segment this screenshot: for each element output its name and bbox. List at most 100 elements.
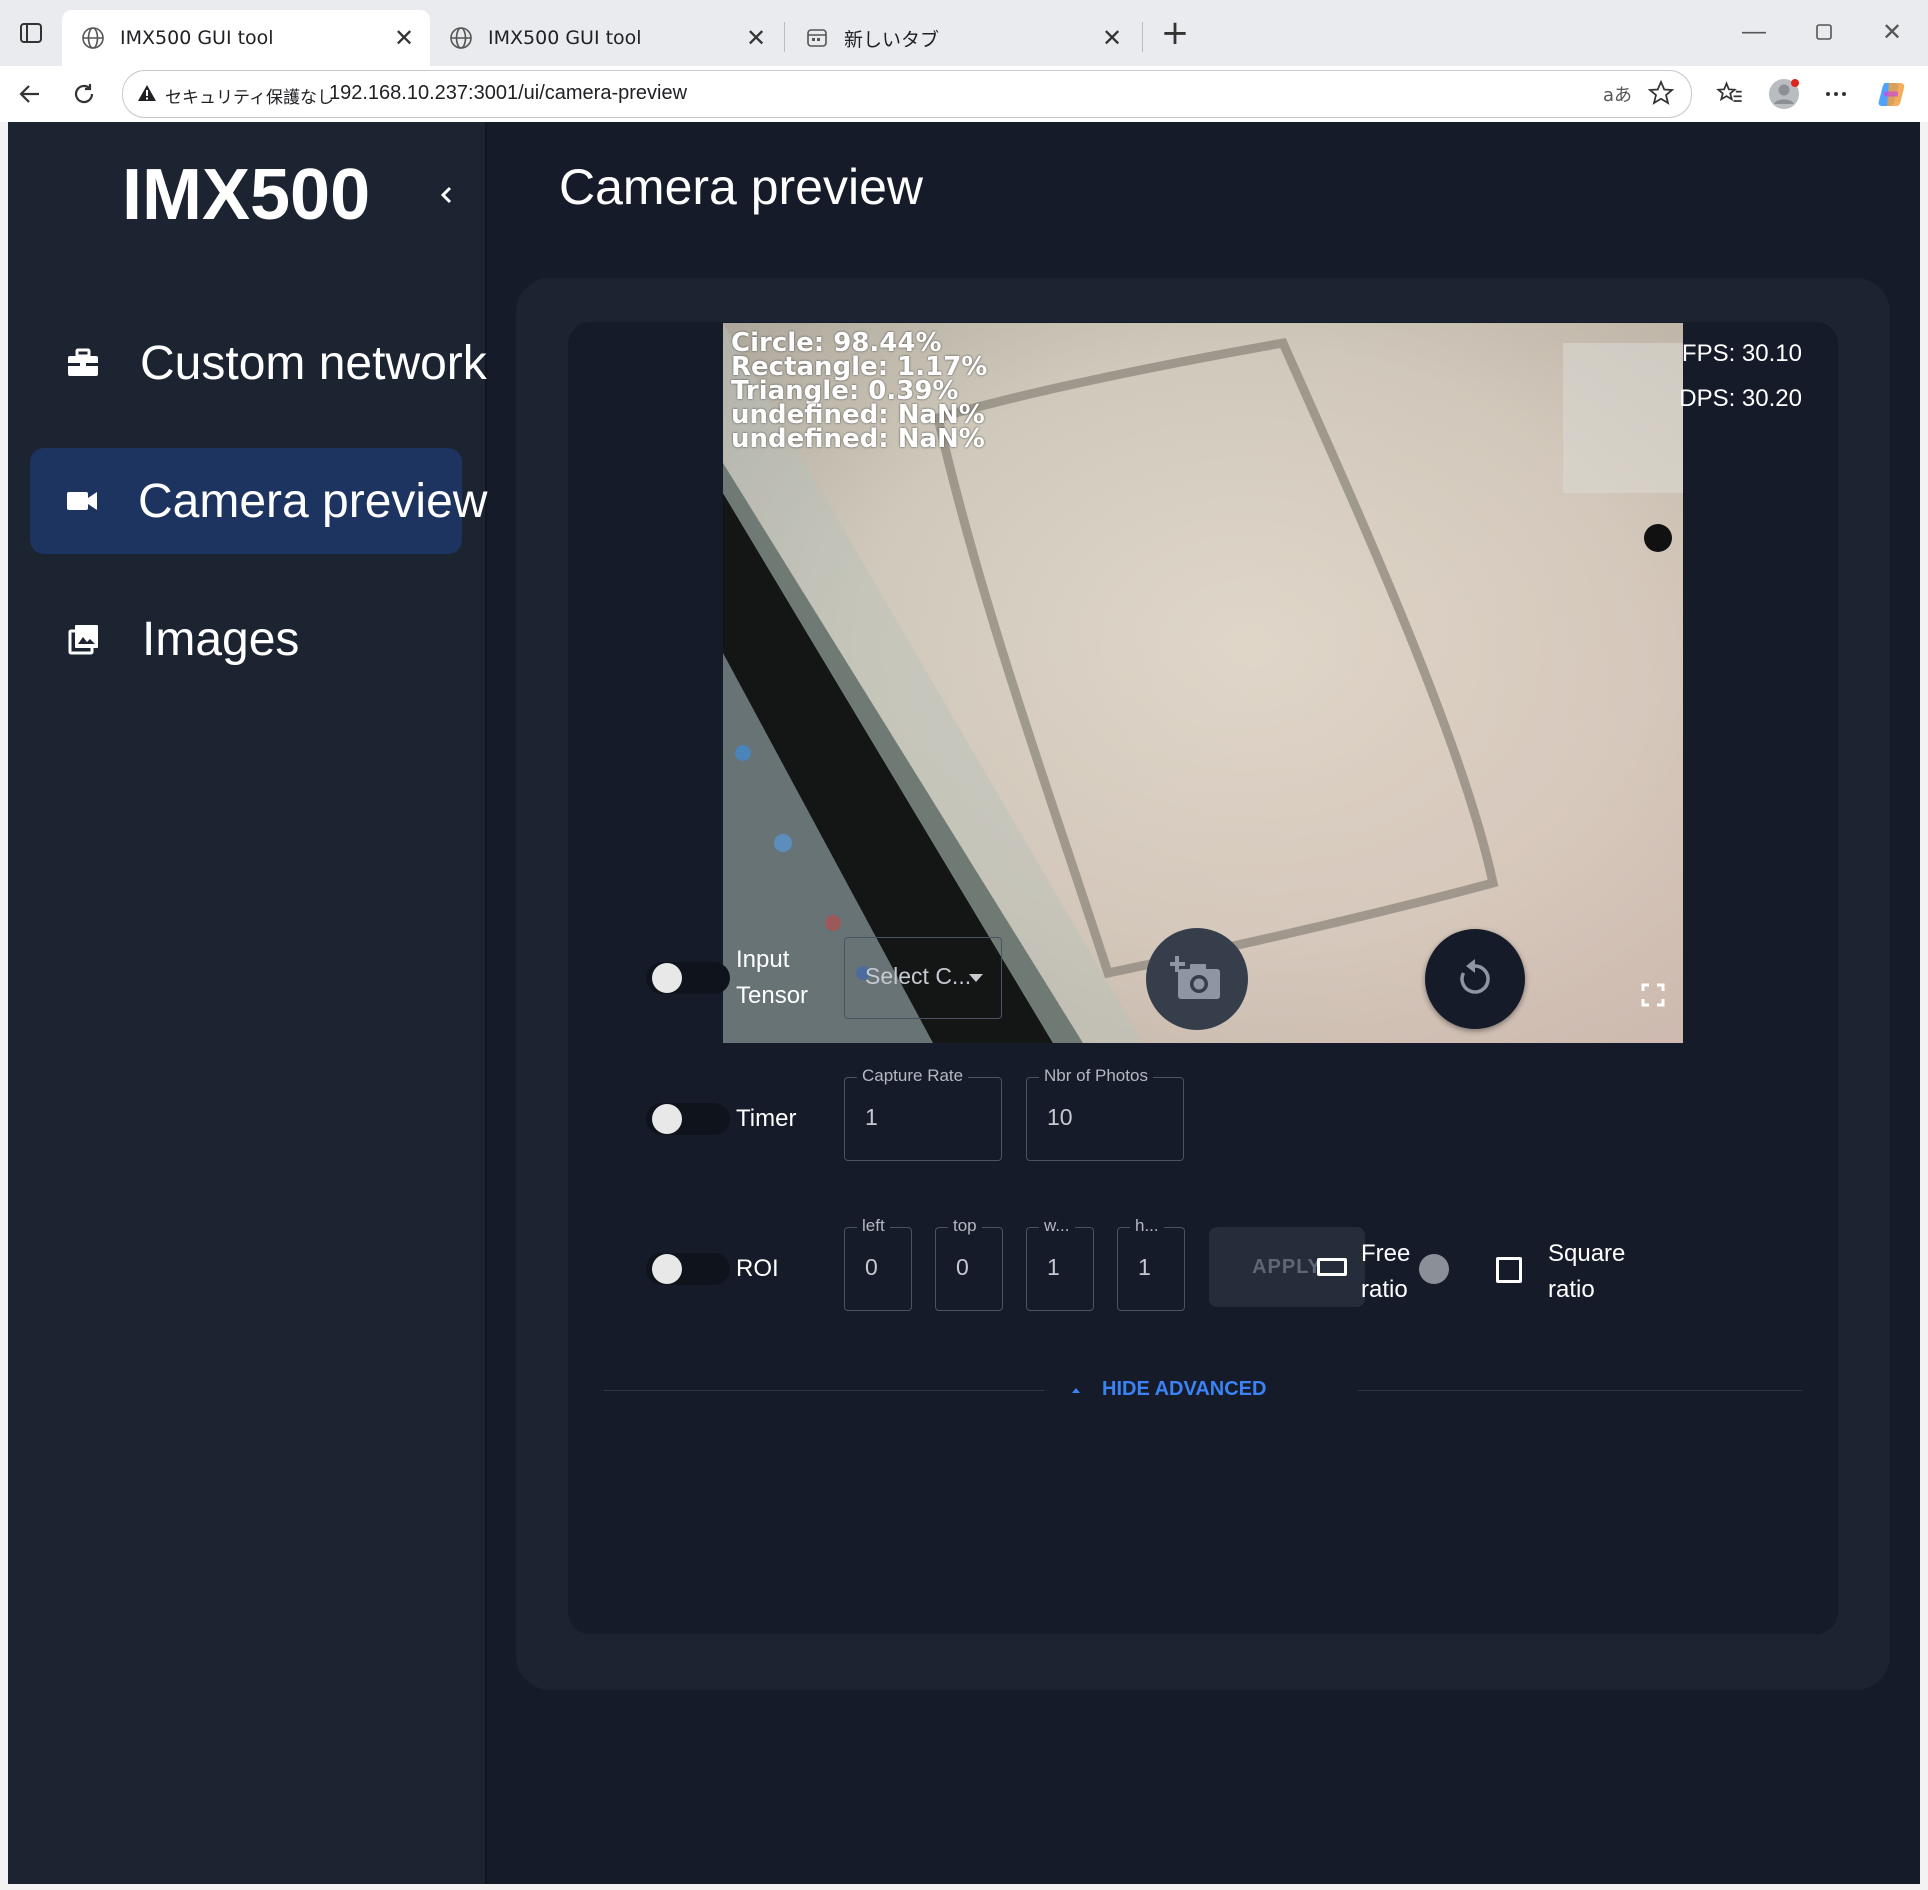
field-label: h... — [1130, 1216, 1164, 1236]
sidebar-item-custom-network[interactable]: Custom network — [30, 310, 487, 416]
tab-imx500-1[interactable]: IMX500 GUI tool ✕ — [62, 10, 430, 66]
window-close-icon[interactable]: ✕ — [1872, 14, 1912, 50]
divider — [604, 1390, 1044, 1391]
videocam-icon — [66, 483, 98, 519]
favorite-star-icon[interactable] — [1647, 79, 1675, 112]
sidebar-item-camera-preview[interactable]: Camera preview — [30, 448, 487, 554]
tab-imx500-2[interactable]: IMX500 GUI tool ✕ — [430, 10, 782, 66]
toggle-thumb — [652, 1104, 682, 1134]
sidebar-item-label: Images — [142, 612, 300, 666]
roi-label: ROI — [736, 1255, 779, 1282]
minimize-icon[interactable]: — — [1734, 14, 1774, 50]
refresh-icon — [1460, 959, 1490, 994]
nbr-photos-field[interactable]: Nbr of Photos 10 — [1026, 1066, 1184, 1161]
tab-actions-icon[interactable] — [18, 20, 44, 46]
field-label: Nbr of Photos — [1039, 1066, 1153, 1086]
hide-advanced-button[interactable]: HIDE ADVANCED — [1068, 1378, 1266, 1401]
brand-logo: IMX500 — [122, 155, 371, 235]
timer-toggle[interactable] — [646, 1097, 734, 1141]
label-line: Free — [1361, 1240, 1411, 1267]
square-ratio-checkbox[interactable] — [1496, 1257, 1522, 1283]
hide-advanced-label: HIDE ADVANCED — [1102, 1378, 1267, 1400]
field-label: w... — [1039, 1216, 1075, 1236]
add-a-photo-icon — [1170, 956, 1220, 999]
chevron-left-icon[interactable] — [432, 180, 462, 210]
tab-new-tab[interactable]: 新しいタブ ✕ — [786, 10, 1138, 66]
fullscreen-icon[interactable] — [1641, 983, 1665, 1012]
security-label[interactable]: セキュリティ保護なし — [165, 83, 334, 108]
label-line: Input — [736, 946, 790, 973]
toggle-thumb — [652, 1254, 682, 1284]
dropdown-arrow-icon — [969, 974, 983, 982]
roi-height-field[interactable]: h... 1 — [1117, 1216, 1185, 1311]
roi-left-field[interactable]: left 0 — [844, 1216, 912, 1311]
tab-divider — [784, 22, 785, 52]
field-label: top — [948, 1216, 982, 1236]
field-value: 0 — [865, 1254, 878, 1280]
crop-free-ratio-icon — [1317, 1258, 1347, 1276]
close-icon[interactable]: ✕ — [1098, 24, 1126, 52]
dps-readout: DPS: 30.20 — [1679, 385, 1802, 412]
new-tab-page-icon — [804, 25, 830, 51]
tab-divider — [1142, 22, 1143, 52]
timer-label: Timer — [736, 1105, 797, 1132]
globe-icon — [448, 25, 474, 51]
sidebar-item-label: Custom network — [140, 336, 487, 390]
square-ratio-label: Square ratio — [1548, 1236, 1625, 1308]
roi-top-field[interactable]: top 0 — [935, 1216, 1003, 1311]
sidebar-item-images[interactable]: Images — [30, 586, 462, 692]
tab-bar: IMX500 GUI tool ✕ IMX500 GUI tool ✕ 新しいタ… — [0, 0, 1928, 66]
label-line: ratio — [1361, 1276, 1408, 1303]
fps-readout: FPS: 30.10 — [1681, 340, 1802, 367]
translate-icon[interactable]: aあ — [1603, 81, 1632, 107]
url-text[interactable]: 192.168.10.237:3001/ui/camera-preview — [329, 82, 687, 105]
omnibox[interactable]: セキュリティ保護なし 192.168.10.237:3001/ui/camera… — [122, 70, 1692, 118]
photo-library-icon — [66, 621, 102, 657]
capture-photo-button[interactable] — [1146, 928, 1248, 1030]
reload-icon[interactable] — [66, 76, 102, 112]
input-tensor-toggle[interactable] — [646, 956, 734, 1000]
detection-label: undefined: NaN% — [731, 424, 985, 454]
tab-label: IMX500 GUI tool — [120, 27, 274, 49]
field-value: 0 — [956, 1254, 969, 1280]
arrow-up-icon — [1072, 1387, 1080, 1393]
reset-button[interactable] — [1425, 929, 1525, 1029]
preview-card: Circle: 98.44% Rectangle: 1.17% Triangle… — [516, 278, 1890, 1690]
close-icon[interactable]: ✕ — [390, 24, 418, 52]
favorites-icon[interactable] — [1712, 76, 1748, 112]
sidebar-item-label: Camera preview — [138, 474, 488, 528]
warning-icon[interactable] — [137, 83, 157, 108]
copilot-icon[interactable] — [1874, 76, 1910, 112]
field-value: 1 — [1047, 1254, 1060, 1280]
field-label: Capture Rate — [857, 1066, 969, 1086]
preview-panel: Circle: 98.44% Rectangle: 1.17% Triangle… — [568, 322, 1838, 1634]
page-title: Camera preview — [559, 159, 924, 215]
free-ratio-radio[interactable] — [1419, 1254, 1449, 1284]
field-value: 1 — [1138, 1254, 1151, 1280]
main-content: Camera preview Circle: 98.44% Rectangle:… — [487, 122, 1920, 1884]
roi-width-field[interactable]: w... 1 — [1026, 1216, 1094, 1311]
field-label: left — [857, 1216, 890, 1236]
toggle-thumb — [652, 963, 682, 993]
globe-icon — [80, 25, 106, 51]
input-tensor-label: Input Tensor — [736, 942, 808, 1014]
label-line: Square — [1548, 1240, 1626, 1267]
field-value: 1 — [865, 1104, 878, 1130]
new-tab-button[interactable]: + — [1158, 16, 1192, 52]
divider — [1358, 1390, 1802, 1391]
roi-toggle[interactable] — [646, 1247, 734, 1291]
briefcase-icon — [66, 345, 100, 381]
maximize-icon[interactable] — [1804, 14, 1844, 50]
tensor-select[interactable]: Select C... — [844, 937, 1002, 1019]
tab-label: IMX500 GUI tool — [488, 27, 642, 49]
browser-window: IMX500 GUI tool ✕ IMX500 GUI tool ✕ 新しいタ… — [0, 0, 1928, 1890]
select-value: Select C... — [865, 963, 972, 989]
close-icon[interactable]: ✕ — [742, 24, 770, 52]
profile-avatar[interactable] — [1766, 76, 1802, 112]
more-menu-icon[interactable] — [1818, 76, 1854, 112]
field-value: 10 — [1047, 1104, 1073, 1130]
capture-rate-field[interactable]: Capture Rate 1 — [844, 1066, 1002, 1161]
tab-label: 新しいタブ — [844, 28, 940, 51]
back-icon[interactable] — [12, 76, 48, 112]
free-ratio-label: Free ratio — [1361, 1236, 1410, 1308]
